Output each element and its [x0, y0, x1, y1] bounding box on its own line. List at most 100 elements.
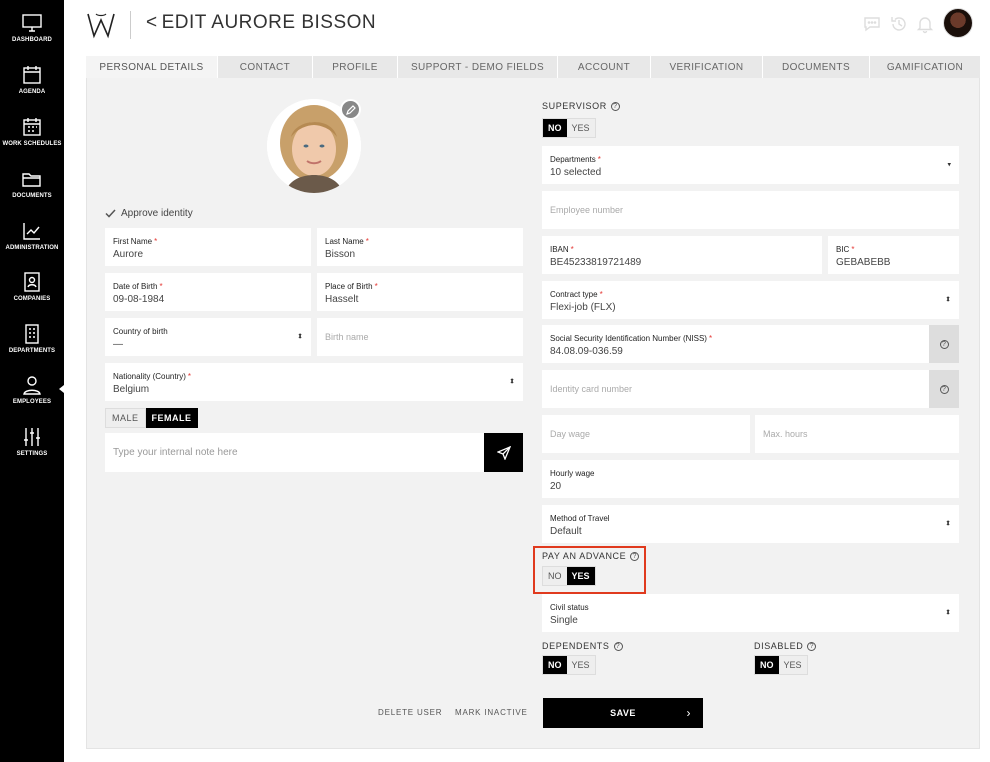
day-wage-field[interactable]: Day wage [542, 415, 750, 453]
tab-verification[interactable]: VERIFICATION [651, 56, 763, 78]
help-icon: ? [613, 641, 623, 651]
max-hours-field[interactable]: Max. hours [755, 415, 959, 453]
disabled-label: DISABLED? [754, 641, 817, 651]
field-label: Date of Birth * [113, 282, 163, 291]
last-name-field[interactable]: Last Name * Bisson [317, 228, 523, 266]
identity-card-field[interactable]: Identity card number ? [542, 370, 959, 408]
sidebar-item-departments[interactable]: DEPARTMENTS [0, 323, 64, 373]
sidebar-item-documents[interactable]: DOCUMENTS [0, 168, 64, 218]
field-value: 10 selected [550, 167, 602, 178]
building-icon [25, 324, 39, 344]
date-of-birth-field[interactable]: Date of Birth * 09-08-1984 [105, 273, 311, 311]
sidebar-item-employees[interactable]: EMPLOYEES [0, 374, 64, 424]
place-of-birth-field[interactable]: Place of Birth * Hasselt [317, 273, 523, 311]
tab-bar: PERSONAL DETAILS CONTACT PROFILE SUPPORT… [86, 56, 980, 78]
sidebar-item-agenda[interactable]: AGENDA [0, 64, 64, 114]
supervisor-label: SUPERVISOR? [542, 101, 620, 111]
select-arrow-icon: ⬍ [945, 609, 951, 617]
sidebar-item-label: SETTINGS [16, 451, 48, 457]
chat-icon[interactable] [862, 14, 882, 34]
tab-contact[interactable]: CONTACT [218, 56, 313, 78]
field-value: GEBABEBB [836, 257, 891, 268]
field-label: Last Name * [325, 237, 369, 246]
save-button-label: SAVE [610, 708, 636, 718]
back-chevron-icon[interactable]: < [146, 12, 158, 33]
delete-user-link[interactable]: DELETE USER [378, 708, 442, 717]
bell-icon[interactable] [915, 14, 935, 34]
gender-female-option[interactable]: FEMALE [145, 408, 198, 428]
sidebar-item-label: EMPLOYEES [12, 399, 52, 405]
field-label: Place of Birth * [325, 282, 378, 291]
user-avatar[interactable] [943, 8, 973, 38]
employee-number-field[interactable]: Employee number [542, 191, 959, 229]
country-of-birth-select[interactable]: Country of birth — ⬍ [105, 318, 311, 356]
active-indicator [59, 385, 64, 393]
supervisor-no-option[interactable]: NO [543, 119, 567, 137]
field-value: 84.08.09-036.59 [550, 346, 623, 357]
help-icon: ? [939, 339, 949, 349]
gender-male-option[interactable]: MALE [105, 408, 146, 428]
birth-name-field[interactable]: Birth name [317, 318, 523, 356]
field-label: IBAN * [550, 245, 574, 254]
internal-note-input[interactable]: Type your internal note here [105, 433, 485, 472]
field-placeholder: Identity card number [550, 384, 633, 394]
approve-identity[interactable]: Approve identity [105, 208, 193, 219]
select-arrow-icon: ⬍ [297, 333, 303, 341]
select-arrow-icon: ⬍ [945, 520, 951, 528]
field-value: Flexi-job (FLX) [550, 302, 616, 313]
hourly-wage-field[interactable]: Hourly wage 20 [542, 460, 959, 498]
check-icon [105, 209, 116, 218]
sliders-icon [24, 428, 40, 446]
user-icon [23, 376, 41, 395]
mark-inactive-link[interactable]: MARK INACTIVE [455, 708, 528, 717]
tab-gamification[interactable]: GAMIFICATION [870, 56, 980, 78]
civil-status-select[interactable]: Civil status Single ⬍ [542, 594, 959, 632]
schedule-grid-icon [23, 118, 41, 136]
note-placeholder: Type your internal note here [113, 447, 238, 458]
sidebar-item-label: DASHBOARD [12, 37, 52, 43]
method-of-travel-select[interactable]: Method of Travel Default ⬍ [542, 505, 959, 543]
disabled-yes-option[interactable]: YES [779, 656, 807, 674]
sidebar-item-companies[interactable]: COMPANIES [0, 271, 64, 321]
brand-logo[interactable] [86, 10, 116, 40]
edit-photo-button[interactable] [340, 99, 361, 120]
tab-profile[interactable]: PROFILE [313, 56, 398, 78]
dropdown-arrow-icon: ▾ [947, 161, 951, 169]
niss-field[interactable]: Social Security Identification Number (N… [542, 325, 959, 363]
disabled-no-option[interactable]: NO [755, 656, 779, 674]
tab-support-demo-fields[interactable]: SUPPORT - DEMO FIELDS [398, 56, 558, 78]
bic-field[interactable]: BIC * GEBABEBB [828, 236, 959, 274]
save-button[interactable]: SAVE › [543, 698, 703, 728]
sidebar-item-label: DOCUMENTS [12, 193, 52, 199]
contract-type-select[interactable]: Contract type * Flexi-job (FLX) ⬍ [542, 281, 959, 319]
pencil-icon [345, 104, 356, 115]
dependents-no-option[interactable]: NO [543, 656, 567, 674]
sidebar-item-label: WORK SCHEDULES [2, 141, 62, 147]
nationality-select[interactable]: Nationality (Country) * Belgium ⬍ [105, 363, 523, 401]
first-name-field[interactable]: First Name * Aurore [105, 228, 311, 266]
tab-personal-details[interactable]: PERSONAL DETAILS [86, 56, 218, 78]
iban-field[interactable]: IBAN * BE45233819721489 [542, 236, 822, 274]
send-note-button[interactable] [484, 433, 523, 472]
dependents-yes-option[interactable]: YES [567, 656, 595, 674]
sidebar-item-dashboard[interactable]: DASHBOARD [0, 12, 64, 62]
niss-help-button[interactable]: ? [929, 325, 959, 363]
help-icon: ? [939, 384, 949, 394]
identity-card-help-button[interactable]: ? [929, 370, 959, 408]
tab-account[interactable]: ACCOUNT [558, 56, 651, 78]
field-label: Contract type * [550, 290, 603, 299]
folder-icon [22, 173, 41, 187]
sidebar-item-label: DEPARTMENTS [8, 348, 56, 354]
history-icon[interactable] [889, 14, 909, 34]
sidebar-item-work-schedules[interactable]: WORK SCHEDULES [0, 116, 64, 166]
departments-select[interactable]: Departments * 10 selected ▾ [542, 146, 959, 184]
sidebar-item-settings[interactable]: SETTINGS [0, 426, 64, 476]
field-label: Method of Travel [550, 514, 610, 523]
sidebar-item-administration[interactable]: ADMINISTRATION [0, 220, 64, 270]
chevron-right-icon: › [686, 706, 691, 720]
tab-documents[interactable]: DOCUMENTS [763, 56, 870, 78]
field-placeholder: Employee number [550, 205, 624, 215]
supervisor-yes-option[interactable]: YES [567, 119, 595, 137]
field-placeholder: Birth name [325, 332, 369, 342]
field-value: Single [550, 615, 578, 626]
